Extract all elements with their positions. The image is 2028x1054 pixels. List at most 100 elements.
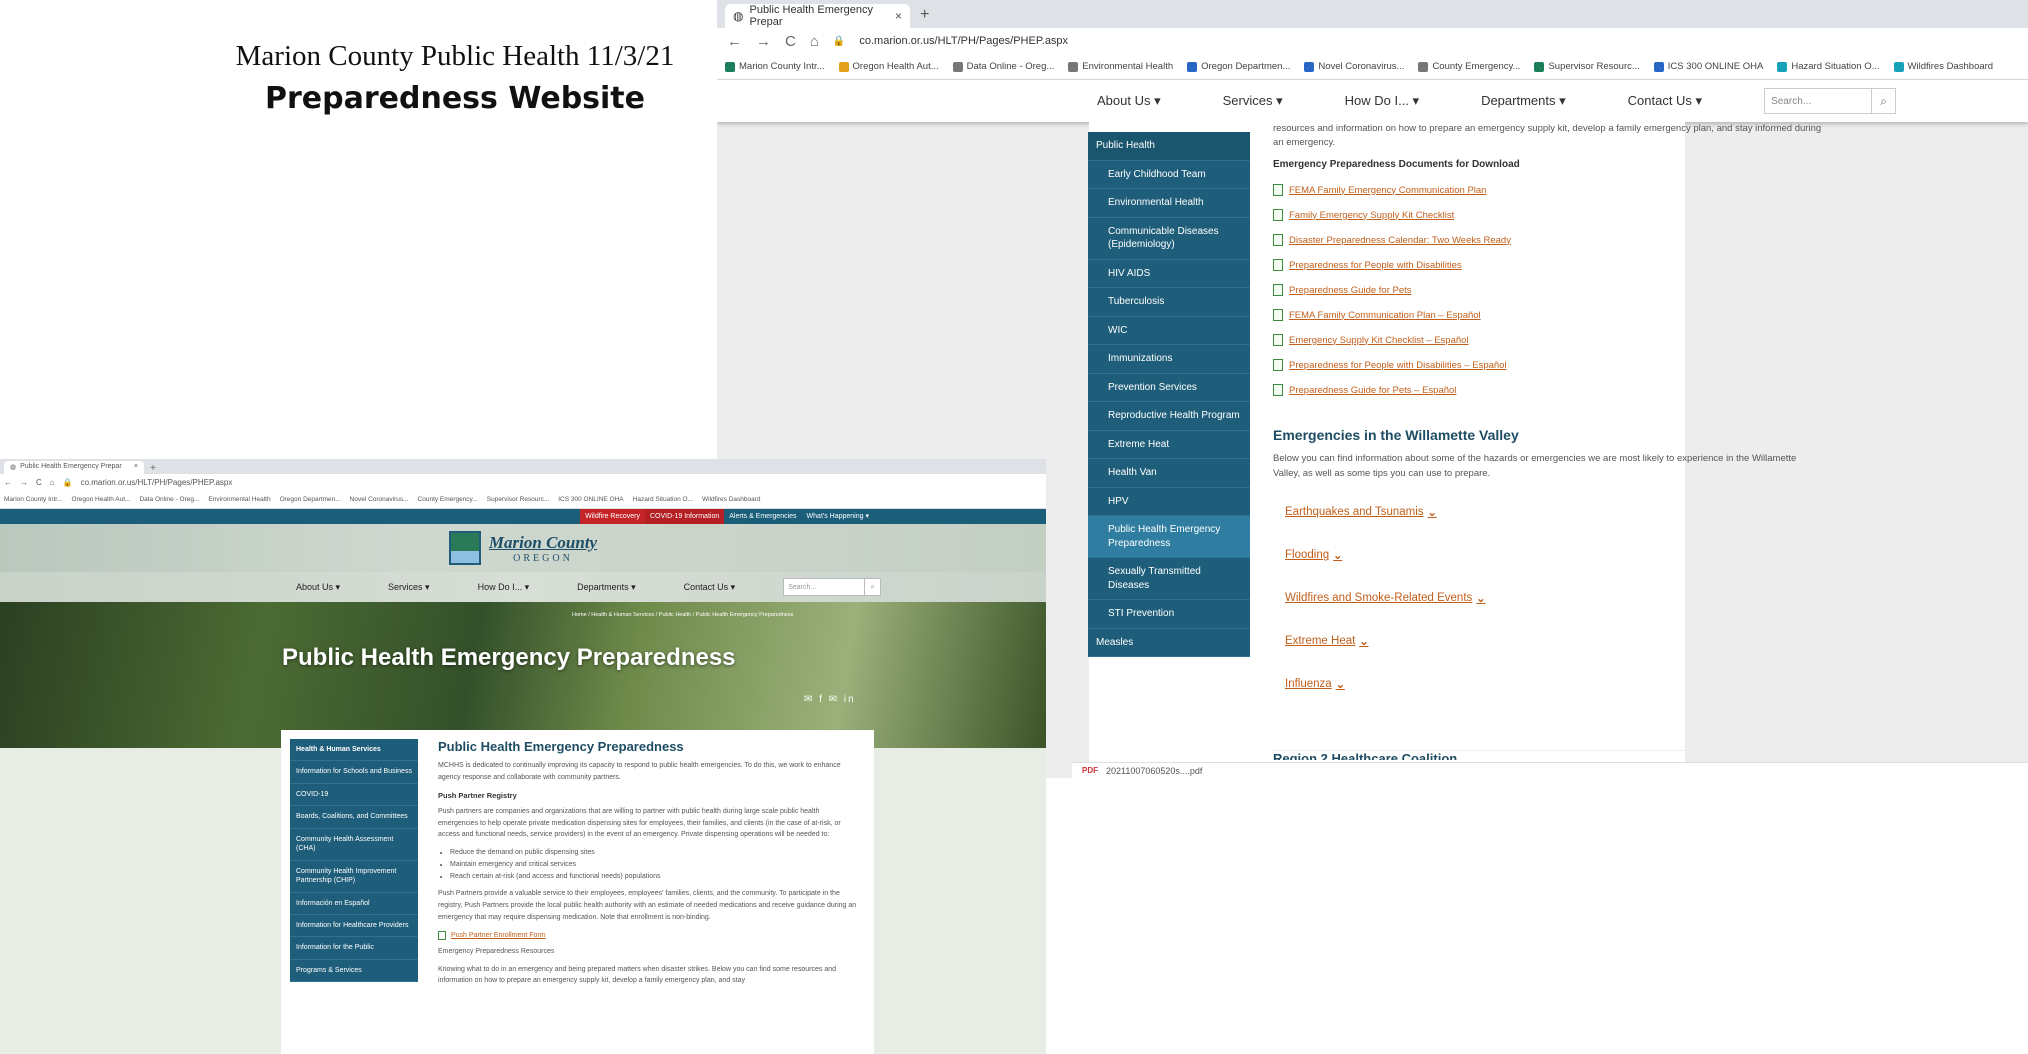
bookmark-item[interactable]: Oregon Health Aut... xyxy=(838,61,939,72)
document-link[interactable]: Preparedness Guide for Pets – Español xyxy=(1273,378,1833,403)
document-link[interactable]: Preparedness for People with Disabilitie… xyxy=(1273,353,1833,378)
home-icon[interactable]: ⌂ xyxy=(50,478,55,487)
sidebar-item-sti-prevention[interactable]: STI Prevention xyxy=(1088,600,1250,629)
sidebar-item-covid-19[interactable]: COVID-19 xyxy=(290,784,418,807)
sidebar-item-reproductive-health-program[interactable]: Reproductive Health Program xyxy=(1088,402,1250,431)
bookmark-item[interactable]: Wildfires Dashboard xyxy=(1893,61,1993,72)
bookmark-item[interactable]: Novel Coronavirus... xyxy=(350,496,409,503)
sidebar-item-informaci-n-en-espa-ol[interactable]: Información en Español xyxy=(290,893,418,915)
nav-item-departments[interactable]: Departments ▾ xyxy=(1481,93,1566,109)
bookmark-item[interactable]: ICS 300 ONLINE OHA xyxy=(558,496,623,503)
search-icon[interactable]: ⌕ xyxy=(864,579,880,595)
accordion-flooding[interactable]: Flooding ⌄ xyxy=(1273,534,1833,577)
nav-item-contact-us[interactable]: Contact Us ▾ xyxy=(684,582,736,593)
url-field[interactable]: co.marion.or.us/HLT/PH/Pages/PHEP.aspx xyxy=(81,478,233,487)
back-icon[interactable]: ← xyxy=(727,33,742,50)
nav-item-services[interactable]: Services ▾ xyxy=(1223,93,1283,109)
sidebar-item-information-for-the-public[interactable]: Information for the Public xyxy=(290,937,418,960)
search-input[interactable]: Search... ⌕ xyxy=(1764,88,1897,114)
reload-icon[interactable]: C xyxy=(785,33,796,50)
sidebar-item-public-health-emergency-preparedness[interactable]: Public Health Emergency Preparedness xyxy=(1088,516,1250,558)
browser-tab[interactable]: ◍ Public Health Emergency Prepar × xyxy=(725,4,910,28)
bookmark-item[interactable]: Marion County Intr... xyxy=(4,496,63,503)
nav-item-contact-us[interactable]: Contact Us ▾ xyxy=(1628,93,1702,109)
sidebar-item-hpv[interactable]: HPV xyxy=(1088,488,1250,516)
sidebar-item-measles[interactable]: Measles xyxy=(1088,629,1250,657)
bookmark-item[interactable]: Hazard Situation O... xyxy=(1777,61,1880,72)
sidebar-item-wic[interactable]: WIC xyxy=(1088,317,1250,345)
accordion-influenza[interactable]: Influenza ⌄ xyxy=(1273,663,1833,706)
sidebar-item-environmental-health[interactable]: Environmental Health xyxy=(1088,189,1250,218)
sidebar-item-health-van[interactable]: Health Van xyxy=(1088,459,1250,488)
sidebar-item-extreme-heat[interactable]: Extreme Heat xyxy=(1088,431,1250,459)
sidebar-item-sexually-transmitted-diseases[interactable]: Sexually Transmitted Diseases xyxy=(1088,558,1250,600)
bookmark-item[interactable]: Oregon Departmen... xyxy=(280,496,341,503)
tab-close-icon[interactable]: × xyxy=(134,463,138,472)
utility-link-wildfire-recovery[interactable]: Wildfire Recovery xyxy=(580,509,645,524)
sidebar-item-early-childhood-team[interactable]: Early Childhood Team xyxy=(1088,161,1250,189)
utility-link-what-s-happening[interactable]: What's Happening ▾ xyxy=(802,509,874,524)
accordion-earthquakes-and-tsunamis[interactable]: Earthquakes and Tsunamis ⌄ xyxy=(1273,491,1833,534)
search-icon[interactable]: ⌕ xyxy=(1871,89,1895,113)
sidebar-item-information-for-healthcare-providers[interactable]: Information for Healthcare Providers xyxy=(290,915,418,938)
new-tab-icon[interactable]: + xyxy=(920,4,929,28)
document-link[interactable]: FEMA Family Emergency Communication Plan xyxy=(1273,178,1833,203)
bookmark-item[interactable]: Environmental Health xyxy=(1068,61,1173,72)
sidebar-item-boards-coalitions-and-committees[interactable]: Boards, Coalitions, and Committees xyxy=(290,806,418,829)
share-icons[interactable]: ✉ f ✉ in xyxy=(804,694,856,705)
enroll-link[interactable]: Push Partner Enrollment Form xyxy=(438,931,858,941)
nav-item-departments[interactable]: Departments ▾ xyxy=(577,582,636,593)
browser-tab[interactable]: ◍ Public Health Emergency Prepar × xyxy=(4,461,144,474)
sidebar-item-information-for-schools-and-business[interactable]: Information for Schools and Business xyxy=(290,761,418,784)
nav-item-how-do-i[interactable]: How Do I... ▾ xyxy=(478,582,530,593)
nav-item-about-us[interactable]: About Us ▾ xyxy=(1097,93,1161,109)
url-field[interactable]: co.marion.or.us/HLT/PH/Pages/PHEP.aspx xyxy=(859,35,1068,47)
accordion-wildfires-and-smoke-related-events[interactable]: Wildfires and Smoke-Related Events ⌄ xyxy=(1273,577,1833,620)
breadcrumb[interactable]: Home / Health & Human Services / Public … xyxy=(572,612,793,618)
sidebar-item-tuberculosis[interactable]: Tuberculosis xyxy=(1088,288,1250,317)
document-link[interactable]: Preparedness for People with Disabilitie… xyxy=(1273,253,1833,278)
back-icon[interactable]: ← xyxy=(4,478,12,487)
utility-link-alerts-emergencies[interactable]: Alerts & Emergencies xyxy=(724,509,801,524)
document-link[interactable]: Emergency Supply Kit Checklist – Español xyxy=(1273,328,1833,353)
bookmark-item[interactable]: Hazard Situation O... xyxy=(633,496,693,503)
accordion-extreme-heat[interactable]: Extreme Heat ⌄ xyxy=(1273,620,1833,663)
forward-icon[interactable]: → xyxy=(20,478,28,487)
nav-item-about-us[interactable]: About Us ▾ xyxy=(296,582,340,593)
bookmark-item[interactable]: Supervisor Resourc... xyxy=(1534,61,1640,72)
tab-close-icon[interactable]: × xyxy=(895,9,902,23)
county-logo-icon[interactable] xyxy=(448,531,481,565)
bookmark-item[interactable]: County Emergency... xyxy=(418,496,478,503)
document-link[interactable]: FEMA Family Communication Plan – Español xyxy=(1273,303,1833,328)
search-input[interactable]: Search... ⌕ xyxy=(783,578,882,596)
sidebar-item-communicable-diseases-epidemiology[interactable]: Communicable Diseases (Epidemiology) xyxy=(1088,218,1250,260)
document-link[interactable]: Disaster Preparedness Calendar: Two Week… xyxy=(1273,228,1833,253)
bookmark-item[interactable]: Supervisor Resourc... xyxy=(487,496,550,503)
sidebar-item-health-human-services[interactable]: Health & Human Services xyxy=(290,739,418,762)
bookmark-item[interactable]: County Emergency... xyxy=(1418,61,1520,72)
reload-icon[interactable]: C xyxy=(36,478,42,487)
document-link[interactable]: Family Emergency Supply Kit Checklist xyxy=(1273,203,1833,228)
bookmark-item[interactable]: Oregon Health Aut... xyxy=(72,496,131,503)
forward-icon[interactable]: → xyxy=(756,33,771,50)
sidebar-item-community-health-improvement-partnership-chip[interactable]: Community Health Improvement Partnership… xyxy=(290,861,418,893)
bookmark-item[interactable]: Data Online - Oreg... xyxy=(952,61,1054,72)
download-file[interactable]: 20211007060520s....pdf xyxy=(1106,766,1202,776)
bookmark-item[interactable]: Data Online - Oreg... xyxy=(139,496,199,503)
sidebar-item-public-health[interactable]: Public Health xyxy=(1088,132,1250,161)
document-link[interactable]: Preparedness Guide for Pets xyxy=(1273,278,1833,303)
utility-link-covid-19-information[interactable]: COVID-19 Information xyxy=(644,509,725,524)
nav-item-how-do-i[interactable]: How Do I... ▾ xyxy=(1345,93,1419,109)
bookmark-item[interactable]: Oregon Departmen... xyxy=(1187,61,1290,72)
bookmark-item[interactable]: Environmental Health xyxy=(208,496,270,503)
sidebar-item-immunizations[interactable]: Immunizations xyxy=(1088,345,1250,374)
bookmark-item[interactable]: ICS 300 ONLINE OHA xyxy=(1653,61,1763,72)
nav-item-services[interactable]: Services ▾ xyxy=(388,582,430,593)
new-tab-icon[interactable]: + xyxy=(150,463,156,474)
sidebar-item-hiv-aids[interactable]: HIV AIDS xyxy=(1088,260,1250,288)
sidebar-item-community-health-assessment-cha[interactable]: Community Health Assessment (CHA) xyxy=(290,829,418,861)
sidebar-item-programs-services[interactable]: Programs & Services xyxy=(290,960,418,983)
bookmark-item[interactable]: Wildfires Dashboard xyxy=(702,496,761,503)
sidebar-item-prevention-services[interactable]: Prevention Services xyxy=(1088,374,1250,402)
bookmark-item[interactable]: Novel Coronavirus... xyxy=(1304,61,1404,72)
